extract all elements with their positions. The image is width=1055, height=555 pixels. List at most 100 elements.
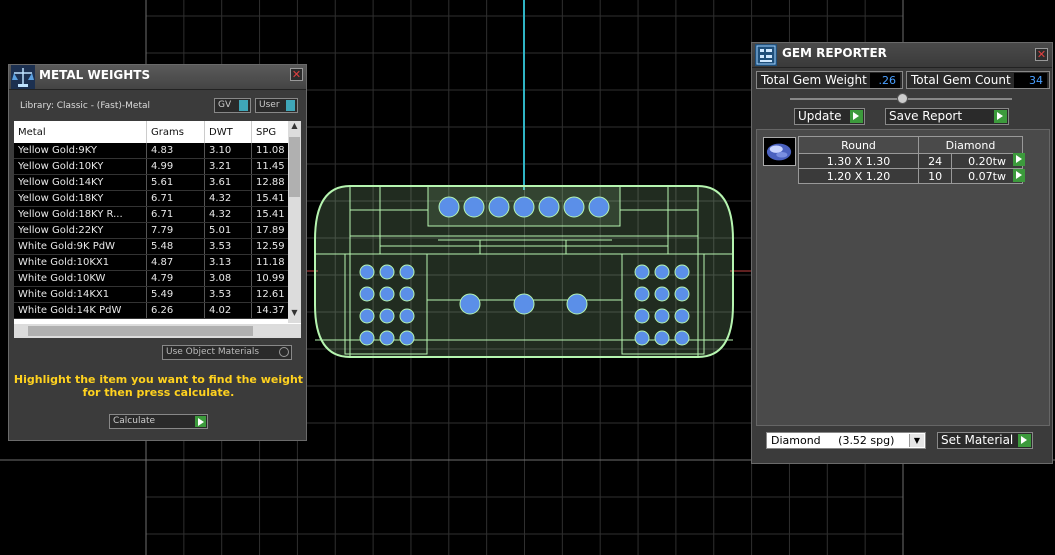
table-row[interactable]: White Gold:10KX1 4.87 3.13 11.18 bbox=[14, 254, 301, 271]
gem-stone[interactable] bbox=[654, 330, 670, 346]
table-row[interactable]: Yellow Gold:9KY 4.83 3.10 11.08 bbox=[14, 143, 301, 159]
play-arrow-icon bbox=[994, 110, 1007, 123]
gem-count: 10 bbox=[917, 168, 953, 184]
cell-dwt: 4.32 bbox=[204, 190, 252, 207]
total-gem-weight-label: Total Gem Weight bbox=[761, 73, 867, 87]
table-row[interactable]: Yellow Gold:18KY R... 6.71 4.32 15.41 bbox=[14, 206, 301, 223]
cell-metal: Yellow Gold:18KY R... bbox=[14, 206, 147, 223]
gem-stone[interactable] bbox=[488, 196, 510, 218]
use-object-materials-label: Use Object Materials bbox=[166, 347, 260, 357]
use-object-materials-toggle[interactable]: Use Object Materials bbox=[162, 345, 292, 360]
gem-stone[interactable] bbox=[463, 196, 485, 218]
gem-stone[interactable] bbox=[399, 264, 415, 280]
close-icon[interactable]: ✕ bbox=[1035, 48, 1048, 61]
gem-stone[interactable] bbox=[563, 196, 585, 218]
gem-stone[interactable] bbox=[513, 196, 535, 218]
update-button[interactable]: Update bbox=[794, 108, 865, 125]
cell-dwt: 3.10 bbox=[204, 143, 252, 159]
gem-stone[interactable] bbox=[674, 286, 690, 302]
gem-stone[interactable] bbox=[399, 308, 415, 324]
cell-dwt: 3.61 bbox=[204, 174, 252, 191]
col-dwt[interactable]: DWT bbox=[204, 121, 252, 143]
horizontal-scrollbar[interactable] bbox=[14, 324, 301, 338]
cell-grams: 4.79 bbox=[146, 270, 205, 287]
gem-stone[interactable] bbox=[634, 308, 650, 324]
gem-row-2-arrow-icon[interactable] bbox=[1013, 169, 1025, 182]
gem-row-1-arrow-icon[interactable] bbox=[1013, 153, 1025, 166]
gem-stone[interactable] bbox=[399, 286, 415, 302]
gem-stone[interactable] bbox=[634, 330, 650, 346]
gem-stone[interactable] bbox=[379, 308, 395, 324]
table-row[interactable]: Yellow Gold:18KY 6.71 4.32 15.41 bbox=[14, 190, 301, 207]
gem-stone[interactable] bbox=[654, 286, 670, 302]
scroll-up-icon[interactable]: ▲ bbox=[288, 121, 301, 135]
hscrollbar-thumb[interactable] bbox=[28, 326, 253, 336]
gem-stone[interactable] bbox=[634, 286, 650, 302]
gem-stone[interactable] bbox=[538, 196, 560, 218]
cell-dwt: 3.13 bbox=[204, 254, 252, 271]
cell-metal: White Gold:10KW bbox=[14, 270, 147, 287]
material-select-value: Diamond (3.52 spg) bbox=[771, 434, 895, 447]
cell-metal: White Gold:9K PdW bbox=[14, 238, 147, 255]
slider-knob[interactable] bbox=[897, 93, 908, 104]
gem-stone[interactable] bbox=[379, 286, 395, 302]
table-row[interactable]: White Gold:14KX1 5.49 3.53 12.61 bbox=[14, 286, 301, 303]
col-metal[interactable]: Metal bbox=[14, 121, 147, 143]
table-row[interactable]: White Gold:14K PdW 6.26 4.02 14.37 bbox=[14, 302, 301, 319]
gv-label: GV bbox=[218, 100, 232, 110]
gem-stone[interactable] bbox=[654, 264, 670, 280]
cell-grams: 7.79 bbox=[146, 222, 205, 239]
gem-stone[interactable] bbox=[674, 264, 690, 280]
gem-stone[interactable] bbox=[438, 196, 460, 218]
gem-stone[interactable] bbox=[379, 330, 395, 346]
table-row[interactable]: Yellow Gold:14KY 5.61 3.61 12.88 bbox=[14, 174, 301, 191]
gem-row[interactable]: 1.20 X 1.20 10 0.07tw bbox=[798, 168, 1023, 184]
update-label: Update bbox=[798, 109, 842, 123]
gem-stone[interactable] bbox=[674, 330, 690, 346]
gem-reporter-panel: GEM REPORTER ✕ Total Gem Weight .26 Tota… bbox=[751, 42, 1053, 464]
user-toggle[interactable]: User bbox=[255, 98, 298, 113]
play-arrow-icon bbox=[850, 110, 863, 123]
cell-metal: White Gold:14KX1 bbox=[14, 286, 147, 303]
table-row[interactable]: Yellow Gold:10KY 4.99 3.21 11.45 bbox=[14, 158, 301, 175]
table-row[interactable]: White Gold:9K PdW 5.48 3.53 12.59 bbox=[14, 238, 301, 255]
gem-stone[interactable] bbox=[674, 308, 690, 324]
cell-metal: White Gold:10KX1 bbox=[14, 254, 147, 271]
gem-stone[interactable] bbox=[566, 293, 588, 315]
material-select[interactable]: Diamond (3.52 spg) ▼ bbox=[766, 432, 926, 449]
gem-row[interactable]: 1.30 X 1.30 24 0.20tw bbox=[798, 153, 1023, 169]
vertical-scrollbar[interactable]: ▲ ▼ bbox=[288, 121, 301, 323]
gem-stone[interactable] bbox=[634, 264, 650, 280]
set-material-button[interactable]: Set Material bbox=[937, 432, 1033, 449]
table-row[interactable]: Yellow Gold:22KY 7.79 5.01 17.89 bbox=[14, 222, 301, 239]
scrollbar-thumb[interactable] bbox=[289, 137, 300, 197]
col-grams[interactable]: Grams bbox=[146, 121, 205, 143]
metal-table[interactable]: Metal Grams DWT SPG Yellow Gold:9KY 4.83 3… bbox=[14, 121, 301, 338]
table-row[interactable]: White Gold:10KW 4.79 3.08 10.99 bbox=[14, 270, 301, 287]
close-icon[interactable]: ✕ bbox=[290, 68, 303, 81]
save-report-button[interactable]: Save Report bbox=[885, 108, 1009, 125]
cell-dwt: 5.01 bbox=[204, 222, 252, 239]
cell-grams: 6.71 bbox=[146, 190, 205, 207]
cell-grams: 4.87 bbox=[146, 254, 205, 271]
gv-toggle[interactable]: GV bbox=[214, 98, 251, 113]
gem-reporter-titlebar[interactable]: GEM REPORTER ✕ bbox=[752, 43, 1052, 68]
gem-stone[interactable] bbox=[588, 196, 610, 218]
gem-stone[interactable] bbox=[359, 308, 375, 324]
gem-stone[interactable] bbox=[359, 286, 375, 302]
round-diamond-icon[interactable] bbox=[763, 137, 796, 166]
gem-stone[interactable] bbox=[513, 293, 535, 315]
metal-weights-titlebar[interactable]: METAL WEIGHTS ✕ bbox=[9, 65, 306, 90]
instruction-line-2: for then press calculate. bbox=[82, 386, 235, 399]
gem-stone[interactable] bbox=[654, 308, 670, 324]
scroll-down-icon[interactable]: ▼ bbox=[288, 308, 301, 322]
gem-stone[interactable] bbox=[379, 264, 395, 280]
gem-weight: 0.07tw bbox=[951, 168, 1023, 184]
gem-stone[interactable] bbox=[359, 330, 375, 346]
cell-dwt: 3.08 bbox=[204, 270, 252, 287]
gem-stone[interactable] bbox=[399, 330, 415, 346]
calculate-button[interactable]: Calculate bbox=[109, 414, 208, 429]
gem-stone[interactable] bbox=[359, 264, 375, 280]
gem-stone[interactable] bbox=[459, 293, 481, 315]
user-label: User bbox=[259, 100, 280, 110]
